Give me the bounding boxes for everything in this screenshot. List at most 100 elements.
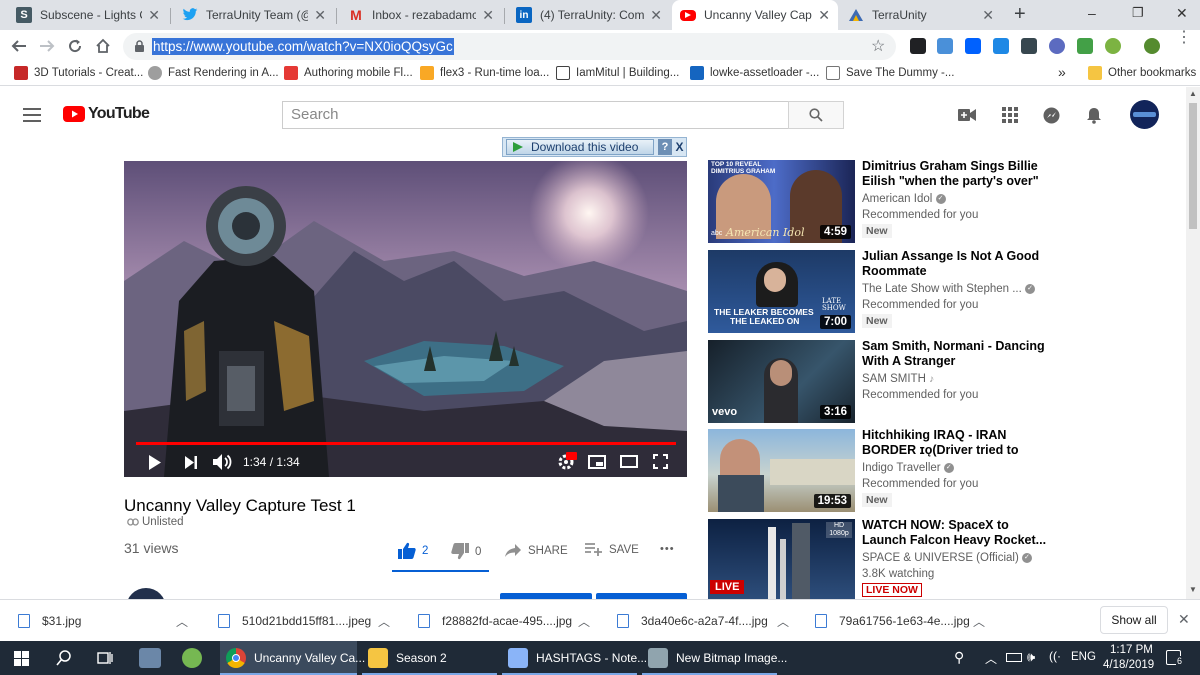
fullscreen-icon[interactable] (653, 454, 668, 469)
extension-icon[interactable] (1077, 38, 1093, 54)
recommendation-title[interactable]: Sam Smith, Normani - Dancing With A Stra… (862, 339, 1047, 369)
video-thumbnail[interactable]: LATE SHOW THE LEAKER BECOMES THE LEAKED … (708, 250, 855, 333)
recommendation-item[interactable]: TOP 10 REVEAL DIMITRIUS GRAHAM American … (708, 159, 1168, 244)
extension-icon[interactable] (1021, 38, 1037, 54)
next-icon[interactable] (185, 456, 197, 469)
volume-icon[interactable] (213, 453, 233, 471)
tab-linkedin[interactable]: in (4) TerraUnity: Compan ✕ (508, 0, 670, 30)
star-icon[interactable]: ☆ (871, 36, 885, 56)
video-thumbnail[interactable]: 19:53 (708, 429, 855, 512)
channel-name[interactable]: SAM SMITH ♪ (862, 373, 1042, 385)
torrent-app-icon[interactable] (182, 648, 202, 668)
recommendation-item[interactable]: LATE SHOW THE LEAKER BECOMES THE LEAKED … (708, 249, 1168, 334)
close-widget-button[interactable]: X (673, 139, 686, 155)
close-icon[interactable]: ✕ (982, 7, 994, 24)
recommendation-title[interactable]: Hitchhiking IRAQ - IRAN BORDER ɪǫ(Driver… (862, 428, 1047, 458)
dropbox-icon[interactable] (965, 38, 981, 54)
channel-name[interactable]: American Idol ✓ (862, 193, 1042, 205)
home-button[interactable] (91, 34, 115, 58)
close-window-button[interactable]: ✕ (1176, 5, 1188, 22)
close-icon[interactable]: ✕ (818, 7, 830, 24)
other-bookmarks[interactable]: Other bookmarks (1088, 66, 1196, 80)
tab-gmail[interactable]: M Inbox - rezabadamchi@ ✕ (340, 0, 502, 30)
chevron-up-icon[interactable]: ︿ (973, 613, 985, 630)
pinned-app-icon[interactable] (139, 648, 161, 668)
bookmark-item[interactable]: Save The Dummy -... (826, 66, 954, 80)
tab-twitter[interactable]: TerraUnity Team (@Terr ✕ (174, 0, 334, 30)
menu-icon[interactable]: ⋮ (1176, 30, 1192, 46)
avatar[interactable] (1144, 38, 1160, 54)
battery-icon[interactable] (1006, 653, 1022, 662)
recommendation-title[interactable]: Dimitrius Graham Sings Billie Eilish "wh… (862, 159, 1047, 189)
clock-time[interactable]: 1:17 PM (1110, 644, 1153, 656)
channel-name[interactable]: Indigo Traveller ✓ (862, 462, 1042, 474)
download-item[interactable]: 79a61756-1e63-4e....jpg ︿ (815, 600, 990, 642)
reload-button[interactable] (63, 34, 87, 58)
save-button[interactable]: SAVE (585, 543, 639, 556)
minimize-button[interactable]: – (1088, 5, 1096, 21)
extension-icon[interactable] (910, 38, 926, 54)
hamburger-menu-icon[interactable] (23, 108, 41, 122)
youtube-logo[interactable]: YouTube (63, 105, 150, 123)
chevron-up-icon[interactable]: ︿ (578, 613, 590, 630)
like-button[interactable]: 2 (398, 542, 428, 559)
theater-mode-icon[interactable] (620, 455, 638, 468)
search-button[interactable] (788, 101, 844, 129)
chevron-up-icon[interactable]: ︿ (176, 613, 188, 630)
download-video-button[interactable]: Download this video (506, 139, 654, 155)
back-button[interactable] (7, 34, 31, 58)
video-thumbnail[interactable]: TOP 10 REVEAL DIMITRIUS GRAHAM American … (708, 160, 855, 243)
download-item[interactable]: 510d21bdd15ff81....jpeg ︿ (218, 600, 393, 642)
more-actions-button[interactable]: ••• (660, 543, 675, 555)
extension-icon[interactable] (937, 38, 953, 54)
close-icon[interactable]: ✕ (314, 7, 326, 24)
recommendation-title[interactable]: WATCH NOW: SpaceX to Launch Falcon Heavy… (862, 519, 1047, 548)
tab-terraunity[interactable]: TerraUnity ✕ (840, 0, 1002, 30)
bookmark-item[interactable]: Authoring mobile Fl... (284, 66, 413, 80)
wifi-icon[interactable]: ((· (1049, 649, 1061, 663)
chevron-up-icon[interactable]: ︿ (378, 613, 390, 630)
taskbar-app-paint[interactable]: New Bitmap Image... (642, 641, 787, 675)
bookmark-item[interactable]: Fast Rendering in A... (148, 66, 279, 80)
restore-button[interactable]: ❐ (1132, 5, 1144, 21)
video-thumbnail[interactable]: vevo 3:16 (708, 340, 855, 423)
url-text[interactable]: https://www.youtube.com/watch?v=NX0ioQQs… (152, 38, 454, 55)
new-tab-button[interactable]: + (1014, 3, 1026, 26)
extension-icon[interactable] (993, 38, 1009, 54)
taskbar-app-explorer[interactable]: Season 2 (362, 641, 497, 675)
language-indicator[interactable]: ENG (1071, 651, 1096, 663)
page-scrollbar[interactable]: ▲ ▼ (1186, 87, 1200, 599)
messages-icon[interactable] (1043, 107, 1060, 124)
recommendation-item[interactable]: HD 1080p LIVE WATCH NOW: SpaceX to Launc… (708, 519, 1168, 599)
play-icon[interactable] (148, 455, 162, 470)
download-item[interactable]: $31.jpg ︿ (18, 600, 193, 642)
bookmarks-overflow-button[interactable]: » (1058, 64, 1066, 80)
channel-name[interactable]: The Late Show with Stephen ... ✓ (862, 283, 1042, 295)
speaker-icon[interactable]: 🕪 (1027, 649, 1035, 665)
chevron-up-icon[interactable]: ︿ (777, 613, 789, 630)
close-icon[interactable]: ✕ (148, 7, 160, 24)
apps-grid-icon[interactable] (1002, 107, 1018, 123)
people-icon[interactable]: ⚲ (954, 649, 964, 666)
taskbar-app-notepad[interactable]: HASHTAGS - Note... (502, 641, 647, 675)
download-item[interactable]: 3da40e6c-a2a7-4f....jpg ︿ (617, 600, 792, 642)
video-thumbnail[interactable]: HD 1080p LIVE (708, 519, 855, 599)
address-bar[interactable]: https://www.youtube.com/watch?v=NX0ioQQs… (123, 33, 896, 60)
video-player[interactable]: 1:34 / 1:34 (124, 161, 687, 477)
clock-date[interactable]: 4/18/2019 (1103, 659, 1154, 671)
notifications-bell-icon[interactable] (1086, 107, 1102, 124)
bookmark-item[interactable]: lowke-assetloader -... (690, 66, 819, 80)
extension-icon[interactable] (1049, 38, 1065, 54)
bookmark-item[interactable]: IamMitul | Building... (556, 66, 679, 80)
avatar[interactable] (1130, 100, 1159, 129)
recommendation-title[interactable]: Julian Assange Is Not A Good Roommate (862, 249, 1047, 279)
settings-hd-icon[interactable] (557, 452, 577, 470)
miniplayer-icon[interactable] (588, 455, 606, 469)
share-button[interactable]: SHARE (505, 544, 568, 557)
recommendation-item[interactable]: 19:53 Hitchhiking IRAQ - IRAN BORDER ɪǫ(… (708, 428, 1168, 513)
tab-subscene[interactable]: S Subscene - Lights Out F ✕ (8, 0, 168, 30)
search-input[interactable]: Search (282, 101, 789, 129)
taskbar-app-chrome[interactable]: Uncanny Valley Ca... (220, 641, 365, 675)
dislike-button[interactable]: 0 (451, 543, 481, 560)
close-icon[interactable]: ✕ (482, 7, 494, 24)
